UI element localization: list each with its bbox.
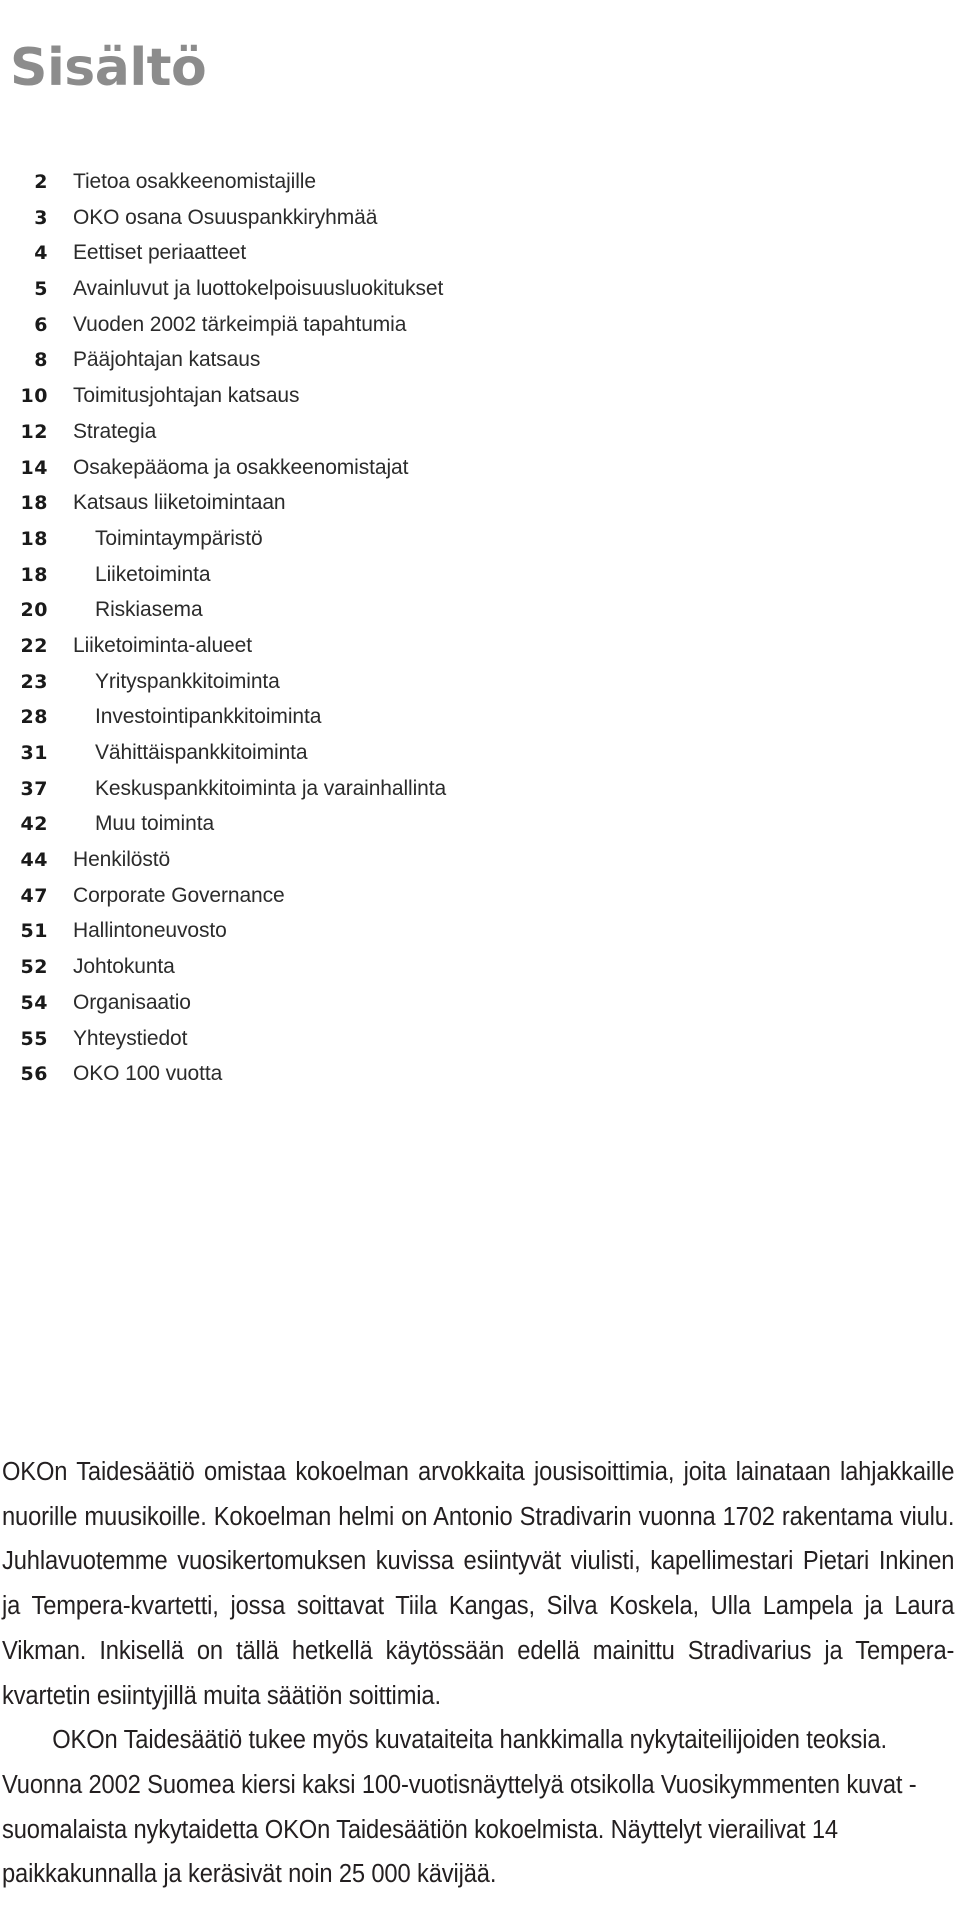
toc-entry-label: Organisaatio <box>73 990 191 1014</box>
toc-entry-label: Vähittäispankkitoiminta <box>95 741 308 764</box>
toc-entry[interactable]: 18 Katsaus liiketoimintaan <box>0 491 700 527</box>
toc-entry[interactable]: 37 Keskuspankkitoiminta ja varainhallinta <box>0 777 700 813</box>
toc-entry-label: Henkilöstö <box>73 848 171 872</box>
toc-entry-label: Keskuspankkitoiminta ja varainhallinta <box>95 776 447 800</box>
toc-entry-label: Liiketoiminta-alueet <box>73 633 252 657</box>
toc-entry-page-number: 18 <box>20 563 48 586</box>
toc-entry-label: Yrityspankkitoiminta <box>95 669 280 693</box>
body-paragraph: OKOn Taidesäätiö omistaa kokoelman arvok… <box>2 1458 955 1710</box>
toc-entry-label: Corporate Governance <box>73 883 285 907</box>
toc-entry-label: Strategia <box>73 419 157 443</box>
toc-entry[interactable]: 42 Muu toiminta <box>0 812 700 848</box>
toc-entry[interactable]: 2 Tietoa osakkeenomistajille <box>0 170 700 206</box>
toc-entry-label: Katsaus liiketoimintaan <box>73 491 286 515</box>
toc-entry[interactable]: 54 Organisaatio <box>0 991 700 1027</box>
toc-entry-label: Investointipankkitoiminta <box>95 705 322 729</box>
toc-entry-page-number: 20 <box>20 599 48 622</box>
toc-entry[interactable]: 4 Eettiset periaatteet <box>0 241 700 277</box>
toc-entry[interactable]: 31 Vähittäispankkitoiminta <box>0 741 700 777</box>
toc-entry[interactable]: 3 OKO osana Osuuspankkiryhmää <box>0 206 700 242</box>
toc-entry[interactable]: 23 Yrityspankkitoiminta <box>0 670 700 706</box>
toc-entry-page-number: 8 <box>34 349 48 372</box>
toc-entry[interactable]: 47 Corporate Governance <box>0 884 700 920</box>
toc-entry-label: Liiketoiminta <box>95 562 211 586</box>
toc-entry[interactable]: 51 Hallintoneuvosto <box>0 919 700 955</box>
toc-entry-page-number: 4 <box>34 242 48 265</box>
toc-entry-page-number: 56 <box>20 1063 48 1086</box>
toc-entry-page-number: 55 <box>20 1027 48 1050</box>
toc-entry-page-number: 37 <box>20 777 48 800</box>
toc-entry-page-number: 14 <box>20 456 48 479</box>
toc-entry-label: Yhteystiedot <box>73 1026 188 1050</box>
toc-entry-label: Toimintaympäristö <box>95 526 263 550</box>
document-page: Sisältö 2 Tietoa osakkeenomistajille 3 OKO … <box>0 0 960 1920</box>
toc-entry[interactable]: 55 Yhteystiedot <box>0 1027 700 1063</box>
toc-entry-page-number: 54 <box>20 991 48 1014</box>
toc-entry[interactable]: 52 Johtokunta <box>0 955 700 991</box>
toc-entry[interactable]: 8 Pääjohtajan katsaus <box>0 348 700 384</box>
toc-entry-page-number: 18 <box>20 492 48 515</box>
toc-entry-page-number: 52 <box>20 956 48 979</box>
body-paragraph: OKOn Taidesäätiö tukee myös kuvataiteita… <box>2 1726 917 1889</box>
toc-entry-page-number: 44 <box>20 849 48 872</box>
toc-entry-label: OKO osana Osuuspankkiryhmää <box>73 205 378 229</box>
toc-entry-label: Hallintoneuvosto <box>73 919 227 943</box>
toc-entry-page-number: 28 <box>20 706 48 729</box>
toc-entry-page-number: 42 <box>20 813 48 836</box>
toc-entry-page-number: 47 <box>20 884 48 907</box>
toc-entry[interactable]: 18 Toimintaympäristö <box>0 527 700 563</box>
toc-entry-label: Riskiasema <box>95 598 203 622</box>
toc-entry-page-number: 31 <box>20 742 48 764</box>
page-title: Sisältö <box>10 37 207 98</box>
toc-entry-label: Avainluvut ja luottokelpoisuusluokitukse… <box>73 277 444 301</box>
toc-entry-label: Muu toiminta <box>95 812 215 836</box>
toc-entry[interactable]: 6 Vuoden 2002 tärkeimpiä tapahtumia <box>0 313 700 349</box>
toc-entry[interactable]: 12 Strategia <box>0 420 700 456</box>
toc-entry[interactable]: 18 Liiketoiminta <box>0 563 700 599</box>
body-copy: OKOn Taidesäätiö omistaa kokoelman arvok… <box>2 1450 954 1897</box>
toc-entry-label: Toimitusjohtajan katsaus <box>73 384 300 408</box>
toc-entry-page-number: 18 <box>20 527 48 550</box>
toc-entry-page-number: 23 <box>20 670 48 693</box>
toc-entry[interactable]: 20 Riskiasema <box>0 598 700 634</box>
toc-entry-page-number: 2 <box>34 171 48 193</box>
toc-entry[interactable]: 14 Osakepääoma ja osakkeenomistajat <box>0 456 700 492</box>
toc-entry-label: Tietoa osakkeenomistajille <box>73 170 316 193</box>
table-of-contents: 2 Tietoa osakkeenomistajille 3 OKO osana Os… <box>0 170 700 1098</box>
toc-entry-page-number: 3 <box>34 206 48 229</box>
toc-entry-page-number: 12 <box>20 420 48 443</box>
toc-entry-page-number: 10 <box>20 385 48 408</box>
toc-entry-label: Johtokunta <box>73 955 175 979</box>
toc-entry[interactable]: 28 Investointipankkitoiminta <box>0 705 700 741</box>
toc-entry-label: Osakepääoma ja osakkeenomistajat <box>73 455 409 479</box>
toc-entry[interactable]: 5 Avainluvut ja luottokelpoisuusluokituks… <box>0 277 700 313</box>
toc-entry-page-number: 51 <box>20 920 48 943</box>
toc-entry-label: Vuoden 2002 tärkeimpiä tapahtumia <box>73 312 407 336</box>
toc-entry[interactable]: 22 Liiketoiminta-alueet <box>0 634 700 670</box>
toc-entry-label: Eettiset periaatteet <box>73 241 247 265</box>
toc-entry-page-number: 5 <box>34 278 48 301</box>
toc-entry[interactable]: 10 Toimitusjohtajan katsaus <box>0 384 700 420</box>
toc-entry-page-number: 22 <box>20 634 48 657</box>
toc-entry-label: OKO 100 vuotta <box>73 1062 223 1086</box>
toc-entry-page-number: 6 <box>34 313 48 336</box>
toc-entry[interactable]: 56 OKO 100 vuotta <box>0 1062 700 1098</box>
toc-entry-label: Pääjohtajan katsaus <box>73 348 261 372</box>
toc-entry[interactable]: 44 Henkilöstö <box>0 848 700 884</box>
